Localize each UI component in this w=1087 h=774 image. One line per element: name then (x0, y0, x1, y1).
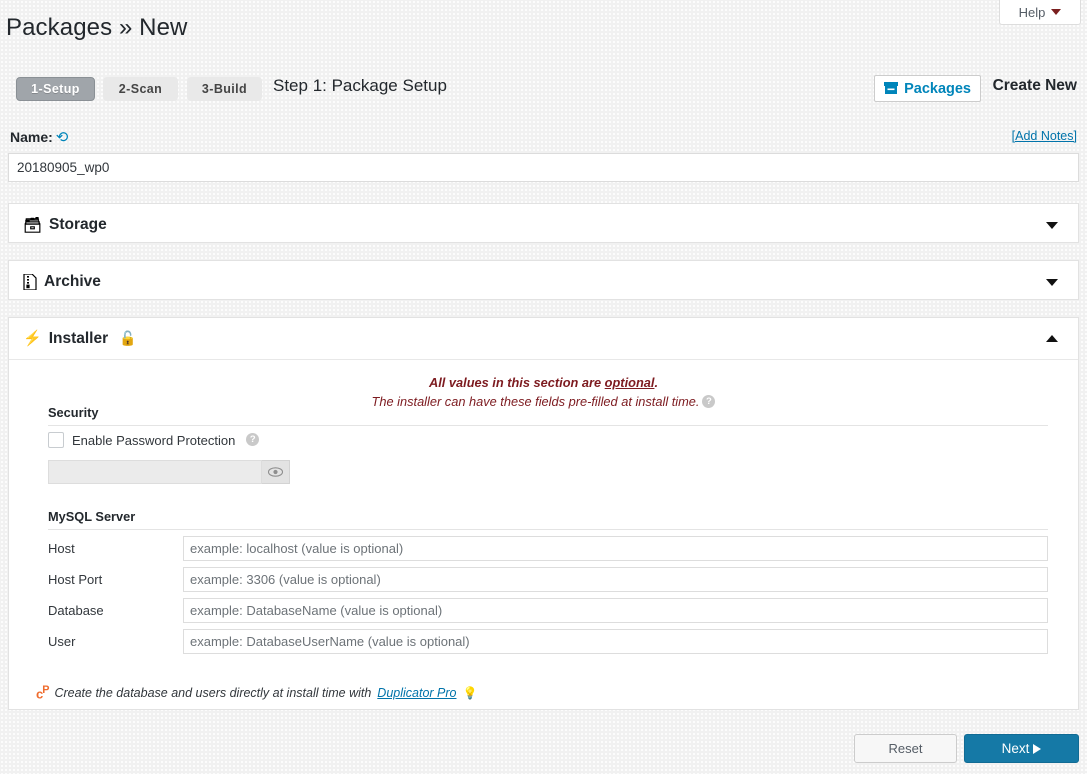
step-bar: 1-Setup 2-Scan 3-Build Step 1: Package S… (0, 75, 1087, 115)
mysql-user-label: User (48, 634, 183, 649)
mysql-field-row: Database (48, 595, 1048, 626)
unlocked-padlock-icon[interactable]: 🔓 (119, 330, 136, 347)
password-field-group (48, 460, 290, 484)
package-name-input[interactable] (8, 153, 1079, 182)
help-dropdown[interactable]: Help (999, 0, 1081, 25)
mysql-host-label: Host (48, 541, 183, 556)
help-icon[interactable]: ? (246, 433, 259, 446)
lightbulb-icon: 💡 (463, 686, 478, 700)
caret-right-icon (1033, 744, 1041, 754)
mysql-fields-list: Host Host Port Database User (48, 533, 1048, 657)
add-notes-link[interactable]: [Add Notes] (1012, 129, 1077, 143)
step-tab-scan[interactable]: 2-Scan (103, 77, 178, 101)
next-button-label: Next (1002, 741, 1030, 756)
name-label: Name: (10, 129, 53, 145)
eye-icon (268, 467, 283, 477)
panel-installer-header[interactable]: ⚡ Installer 🔓 (9, 318, 1078, 360)
next-button[interactable]: Next (964, 734, 1079, 763)
mysql-host-port-label: Host Port (48, 572, 183, 587)
create-new-label: Create New (993, 77, 1077, 95)
panel-archive-title: Archive (23, 273, 101, 291)
notice-line-1-underlined: optional (605, 375, 655, 390)
panel-storage-label: Storage (49, 216, 107, 234)
panel-archive-header[interactable]: Archive (9, 261, 1078, 303)
panel-archive[interactable]: Archive (8, 260, 1079, 300)
enable-password-protection-label[interactable]: Enable Password Protection (72, 433, 235, 448)
reset-button[interactable]: Reset (854, 734, 957, 763)
mysql-field-row: User (48, 626, 1048, 657)
mysql-host-port-input[interactable] (183, 567, 1048, 592)
name-row: Name:⟲ [Add Notes] (10, 128, 1077, 152)
duplicator-pro-promo: cP Create the database and users directl… (36, 684, 477, 701)
chevron-down-icon[interactable] (1046, 222, 1058, 229)
notice-line-1: All values in this section are optional. (9, 373, 1078, 392)
lightning-bolt-icon: ⚡ (23, 331, 42, 346)
panel-installer-title: ⚡ Installer (23, 330, 108, 348)
step-tab-setup[interactable]: 1-Setup (16, 77, 95, 101)
mysql-field-row: Host Port (48, 564, 1048, 595)
enable-password-protection-row[interactable]: Enable Password Protection ? (48, 432, 259, 448)
chevron-down-icon[interactable] (1046, 279, 1058, 286)
password-input[interactable] (48, 460, 262, 484)
mysql-field-row: Host (48, 533, 1048, 564)
mysql-user-input[interactable] (183, 629, 1048, 654)
help-label: Help (1019, 5, 1046, 20)
promo-text: Create the database and users directly a… (54, 686, 371, 700)
refresh-icon[interactable]: ⟲ (56, 129, 69, 146)
notice-line-1-suffix: . (654, 375, 658, 390)
panel-installer-label: Installer (49, 330, 108, 348)
enable-password-protection-checkbox[interactable] (48, 432, 64, 448)
package-box-icon (884, 82, 898, 95)
step-heading: Step 1: Package Setup (273, 76, 447, 96)
toggle-password-visibility-button[interactable] (262, 460, 290, 484)
duplicator-pro-logo-icon: cP (36, 684, 48, 701)
step-tab-build[interactable]: 3-Build (187, 77, 262, 101)
archive-file-icon (23, 274, 37, 290)
page-title: Packages » New (6, 14, 188, 42)
mysql-section-heading: MySQL Server (48, 509, 1048, 530)
security-section-heading: Security (48, 405, 1048, 426)
panel-storage-header[interactable]: 🗃 Storage (9, 204, 1078, 246)
caret-down-icon (1051, 9, 1061, 15)
packages-button[interactable]: Packages (874, 75, 981, 102)
panel-storage-title: 🗃 Storage (23, 216, 107, 234)
mysql-host-input[interactable] (183, 536, 1048, 561)
duplicator-pro-link[interactable]: Duplicator Pro (377, 686, 456, 700)
chevron-up-icon[interactable] (1046, 335, 1058, 342)
panel-archive-label: Archive (44, 273, 101, 291)
notice-line-1-prefix: All values in this section are (429, 375, 605, 390)
mysql-database-input[interactable] (183, 598, 1048, 623)
packages-button-label: Packages (904, 81, 971, 97)
panel-storage[interactable]: 🗃 Storage (8, 203, 1079, 243)
mysql-database-label: Database (48, 603, 183, 618)
database-icon: 🗃 (23, 218, 42, 233)
